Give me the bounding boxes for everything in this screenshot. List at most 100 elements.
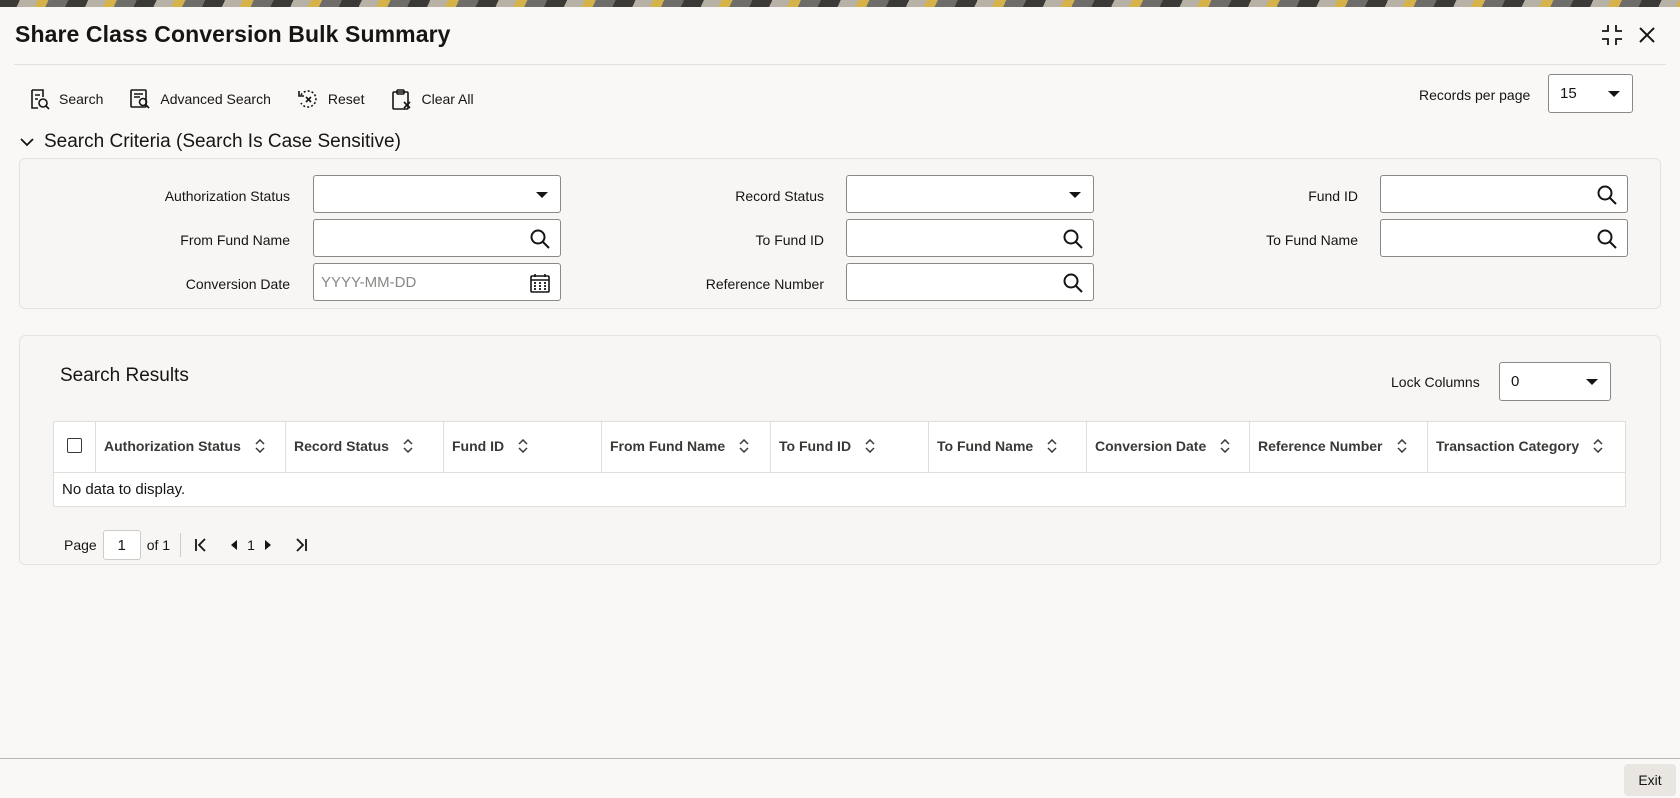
last-page-button[interactable] (293, 537, 309, 553)
lock-columns-label: Lock Columns (1391, 374, 1480, 390)
page-number-value: 1 (117, 536, 126, 554)
search-icon[interactable] (1062, 228, 1084, 250)
to-fund-id-field[interactable] (846, 219, 1094, 257)
sort-icon[interactable] (739, 438, 749, 456)
to-fund-name-field[interactable] (1380, 219, 1628, 257)
sort-icon[interactable] (1593, 438, 1603, 456)
sort-icon[interactable] (1220, 438, 1230, 456)
record-status-select[interactable] (846, 175, 1094, 213)
sort-icon[interactable] (403, 438, 413, 456)
search-criteria-header: Search Criteria (Search Is Case Sensitiv… (44, 131, 401, 152)
authorization-status-label: Authorization Status (164, 188, 290, 204)
column-header[interactable]: To Fund ID (770, 421, 929, 473)
search-criteria-toggle[interactable]: Search Criteria (Search Is Case Sensitiv… (20, 131, 401, 153)
to-fund-id-label: To Fund ID (755, 232, 824, 248)
first-page-button[interactable] (193, 537, 209, 553)
column-header[interactable]: Fund ID (443, 421, 602, 473)
from-fund-name-field[interactable] (313, 219, 561, 257)
column-header-label: To Fund Name (937, 438, 1034, 455)
page-title: Share Class Conversion Bulk Summary (15, 21, 451, 47)
advanced-search-button-label: Advanced Search (160, 91, 271, 107)
column-header-label: From Fund Name (610, 438, 726, 455)
chevron-down-icon (1069, 192, 1081, 198)
caret-left-icon (231, 540, 238, 550)
advanced-search-button[interactable]: Advanced Search (129, 88, 271, 110)
chevron-down-icon (536, 192, 548, 198)
calendar-icon[interactable] (529, 272, 551, 294)
table-row: No data to display. (54, 473, 1626, 507)
advanced-search-icon (130, 89, 150, 109)
reference-number-field[interactable] (846, 263, 1094, 301)
page-count-label: of 1 (146, 537, 171, 553)
summary-window: Share Class Conversion Bulk Summary Sear… (0, 7, 1680, 798)
from-fund-name-label: From Fund Name (180, 232, 290, 248)
records-per-page-label: Records per page (1419, 87, 1531, 103)
select-all-checkbox[interactable] (67, 438, 82, 453)
exit-button[interactable]: Exit (1624, 764, 1676, 796)
previous-page-button[interactable] (229, 539, 239, 551)
to-fund-name-label: To Fund Name (1266, 232, 1358, 248)
clear-all-icon (392, 89, 412, 110)
column-header-label: Authorization Status (104, 438, 241, 455)
column-header-label: Reference Number (1258, 438, 1383, 455)
column-header-label: Transaction Category (1436, 438, 1580, 455)
reference-number-label: Reference Number (705, 276, 824, 292)
maximize-button[interactable] (1598, 21, 1626, 49)
fund-id-label: Fund ID (1308, 188, 1358, 204)
column-header[interactable]: To Fund Name (928, 421, 1087, 473)
sort-icon[interactable] (1047, 438, 1057, 456)
page-label: Page (64, 537, 97, 553)
search-icon[interactable] (1062, 272, 1084, 294)
footer-divider (0, 758, 1680, 759)
column-header[interactable]: Reference Number (1249, 421, 1428, 473)
page-number-input[interactable]: 1 (102, 530, 141, 560)
close-button[interactable] (1633, 21, 1661, 49)
reset-button[interactable]: Reset (297, 88, 365, 110)
reset-button-label: Reset (327, 91, 365, 107)
table-header-row: Authorization Status Record Status Fund … (53, 421, 1626, 473)
clear-all-button[interactable]: Clear All (390, 88, 474, 110)
column-header[interactable]: Conversion Date (1086, 421, 1250, 473)
column-header[interactable]: Authorization Status (95, 421, 286, 473)
column-header[interactable]: Record Status (285, 421, 444, 473)
results-table: Authorization Status Record Status Fund … (53, 421, 1626, 507)
pagination: Page 1 of 1 1 (64, 529, 309, 561)
records-per-page-value: 15 (1560, 85, 1577, 102)
column-header-label: Conversion Date (1095, 438, 1207, 455)
search-icon[interactable] (529, 228, 551, 250)
column-header-label: Record Status (294, 438, 389, 455)
current-page: 1 (247, 537, 255, 553)
search-button[interactable]: Search (28, 88, 103, 110)
search-icon[interactable] (1596, 228, 1618, 250)
column-header[interactable]: Transaction Category (1427, 421, 1626, 473)
sort-icon[interactable] (518, 438, 528, 456)
authorization-status-select[interactable] (313, 175, 561, 213)
search-button-label: Search (59, 91, 104, 107)
conversion-date-placeholder: YYYY-MM-DD (321, 274, 417, 291)
column-header[interactable]: From Fund Name (601, 421, 771, 473)
empty-message: No data to display. (62, 481, 186, 498)
record-status-label: Record Status (735, 188, 824, 204)
lock-columns-select[interactable]: 0 (1499, 362, 1611, 401)
first-page-icon (195, 538, 206, 552)
conversion-date-label: Conversion Date (185, 276, 290, 292)
pager-divider (180, 533, 182, 557)
chevron-down-icon (20, 138, 34, 147)
conversion-date-field[interactable]: YYYY-MM-DD (313, 263, 561, 301)
sort-icon[interactable] (1396, 438, 1407, 456)
sort-icon[interactable] (255, 438, 265, 456)
next-page-button[interactable] (263, 539, 273, 551)
close-icon (1639, 27, 1655, 43)
sort-icon[interactable] (865, 438, 875, 456)
caret-right-icon (264, 540, 271, 550)
reset-icon (298, 90, 317, 108)
search-results-title: Search Results (60, 365, 189, 386)
column-header-label: Fund ID (452, 438, 505, 455)
search-doc-icon (31, 89, 50, 110)
records-per-page-select[interactable]: 15 (1548, 74, 1633, 113)
toolbar: Search Advanced Search Reset Clear All (28, 79, 500, 119)
search-criteria-panel: Authorization Status Record Status Fund … (19, 158, 1661, 309)
search-icon[interactable] (1596, 184, 1618, 206)
select-all-cell (53, 421, 96, 473)
fund-id-field[interactable] (1380, 175, 1628, 213)
